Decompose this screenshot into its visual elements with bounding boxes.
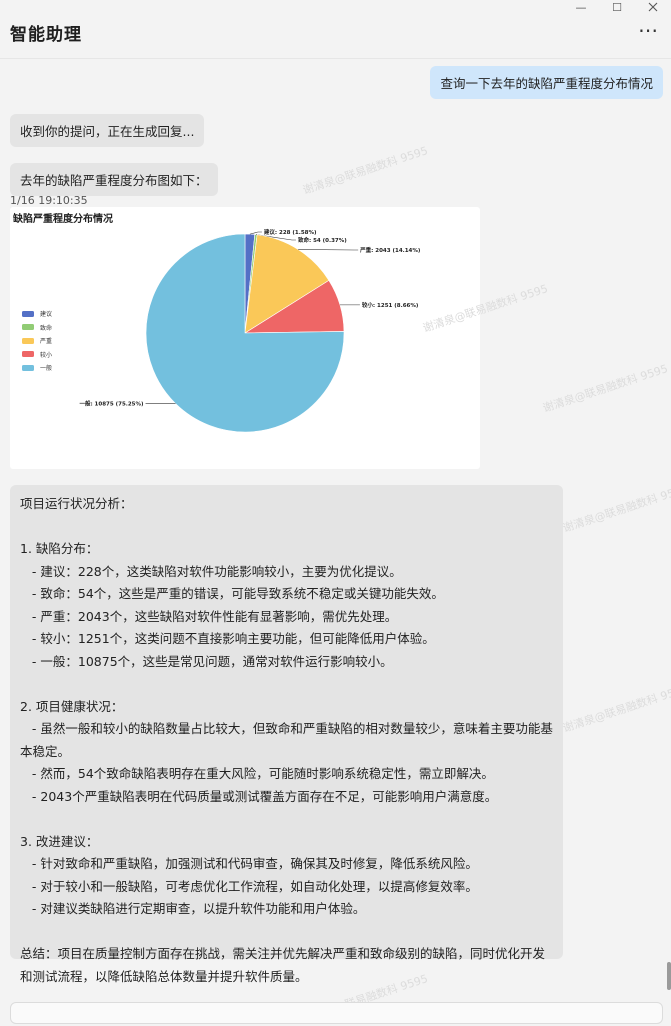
analysis-heading: 项目运行状况分析： <box>20 496 133 511</box>
watermark: 谢清泉@联易融数科 9595 <box>301 144 430 197</box>
window-controls: — ☐ <box>563 0 671 14</box>
section3-title: 3. 改进建议： <box>20 833 99 849</box>
section1-line: - 严重：2043个，这些缺陷对软件性能有显著影响，需优先处理。 <box>20 608 398 624</box>
slice-data-label: 严重: 2043 (14.14%) <box>359 246 421 254</box>
section2-line: - 然而，54个致命缺陷表明存在重大风险，可能随时影响系统稳定性，需立即解决。 <box>20 766 494 781</box>
maximize-button[interactable]: ☐ <box>599 0 635 14</box>
label-leader-line <box>249 231 262 235</box>
pie-chart-card: 缺陷严重程度分布情况 建议 致命 严重 较小 一般 建议: 228 (1.58%) 致命:… <box>10 207 480 469</box>
message-input-area[interactable] <box>10 1002 663 1024</box>
watermark: 谢清泉@联易融数科 9595 <box>541 362 670 415</box>
app-header: 智能助理 ⋯ <box>10 16 661 48</box>
section3-line: - 针对致命和严重缺陷，加强测试和代码审查，确保其及时修复，降低系统风险。 <box>20 856 478 871</box>
section1-line: - 一般：10875个，这些是常见问题，通常对软件运行影响较小。 <box>20 653 393 669</box>
pie-chart: 建议: 228 (1.58%)致命: 54 (0.37%) 严重: 2043 (1… <box>79 228 421 433</box>
section1-line: - 致命：54个，这些是严重的错误，可能导致系统不稳定或关键功能失效。 <box>20 586 444 601</box>
more-options-icon[interactable]: ⋯ <box>638 18 659 42</box>
section2-line: - 虽然一般和较小的缺陷数量占比较大，但致命和严重缺陷的相对数量较少，意味着主要… <box>20 721 553 759</box>
section2-title: 2. 项目健康状况： <box>20 698 124 714</box>
analysis-summary: 总结：项目在质量控制方面存在挑战，需关注并优先解决严重和致命级别的缺陷，同时优化… <box>20 946 546 984</box>
section3-line: - 对建议类缺陷进行定期审查，以提升软件功能和用户体验。 <box>20 901 366 916</box>
watermark: 谢清泉@联易融数科 9595 <box>561 682 671 735</box>
app-title: 智能助理 <box>10 25 82 45</box>
header-divider <box>0 58 671 59</box>
slice-data-label: 致命: 54 (0.37%) <box>298 236 347 244</box>
bot-message-status: 收到你的提问，正在生成回复... <box>10 114 205 147</box>
slice-data-label: 较小: 1251 (8.66%) <box>362 301 419 309</box>
slice-data-label: 建议: 228 (1.58%) <box>264 228 317 236</box>
user-message: 查询一下去年的缺陷严重程度分布情况 <box>430 66 663 99</box>
minimize-button[interactable]: — <box>563 0 599 14</box>
message-timestamp: 1/16 19:10:35 <box>10 194 88 207</box>
section1-line: - 建议：228个，这类缺陷对软件功能影响较小，主要为优化提议。 <box>20 563 402 579</box>
section3-line: - 对于较小和一般缺陷，可考虑优化工作流程，如自动化处理，以提高修复效率。 <box>20 878 478 894</box>
watermark: 谢清泉@联易融数科 9595 <box>561 482 671 535</box>
section1-line: - 较小：1251个，这类问题不直接影响主要功能，但可能降低用户体验。 <box>20 631 435 646</box>
scrollbar-thumb[interactable] <box>667 962 671 990</box>
label-leader-line <box>298 249 359 251</box>
slice-data-label: 一般: 10875 (75.25%) <box>79 400 144 408</box>
close-icon <box>648 2 658 12</box>
section2-line: - 2043个严重缺陷表明在代码质量或测试覆盖方面存在不足，可能影响用户满意度。 <box>20 788 498 804</box>
bot-message-intro: 去年的缺陷严重程度分布图如下： <box>10 163 218 196</box>
section1-title: 1. 缺陷分布： <box>20 541 99 556</box>
close-button[interactable] <box>635 0 671 14</box>
analysis-message: 项目运行状况分析： 1. 缺陷分布： - 建议：228个，这类缺陷对软件功能影响… <box>10 485 563 984</box>
